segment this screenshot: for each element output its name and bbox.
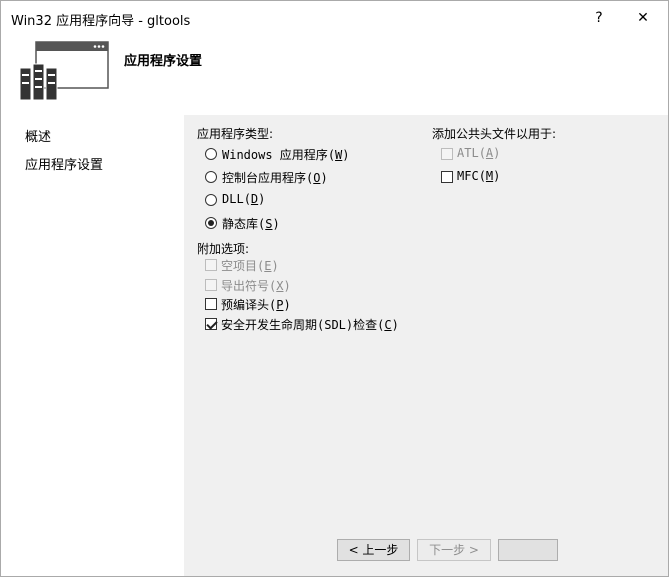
option-label: 预编译头 (221, 298, 270, 312)
window-title: Win32 应用程序向导 - gltools (11, 14, 191, 29)
checkbox[interactable] (205, 318, 217, 330)
shortcut-key: S (265, 217, 273, 231)
wizard-header: 应用程序设置 (1, 34, 668, 114)
next-button[interactable]: 下一步 > (417, 539, 491, 561)
finish-button[interactable] (498, 539, 558, 561)
option-label: 安全开发生命周期(SDL)检查 (221, 318, 378, 332)
sidebar: 概述 应用程序设置 (1, 115, 181, 576)
checkbox[interactable] (205, 298, 217, 310)
app-type-label: 应用程序类型: (197, 127, 274, 141)
close-icon[interactable]: ✕ (629, 6, 657, 30)
server-stack-icon (19, 63, 58, 101)
shortcut-key: D (250, 192, 259, 206)
shortcut-key: P (276, 298, 284, 312)
radio-button[interactable] (205, 171, 217, 183)
option-label: 控制台应用程序 (222, 171, 307, 185)
option-label: DLL (222, 192, 244, 206)
checkbox[interactable] (205, 279, 217, 291)
shortcut-key: A (485, 146, 494, 160)
shortcut-key: O (313, 171, 321, 185)
wizard-window: Win32 应用程序向导 - gltools ? ✕ 应用程序设置 概述 应用程… (0, 0, 669, 577)
checkbox[interactable] (441, 171, 453, 183)
window-graphic-icon (19, 41, 109, 101)
option-label: ATL (457, 146, 479, 160)
option-label: 静态库 (222, 217, 259, 231)
settings-panel: 应用程序类型: Windows 应用程序(W) 控制台应用程序(O) DLL(D… (184, 115, 668, 576)
shortcut-key: C (384, 318, 392, 332)
option-label: MFC (457, 169, 479, 183)
option-label: Windows 应用程序 (222, 148, 328, 162)
page-title: 应用程序设置 (124, 54, 203, 69)
checkbox[interactable] (205, 259, 217, 271)
sidebar-item-app-settings[interactable]: 应用程序设置 (25, 154, 103, 173)
radio-button[interactable] (205, 148, 217, 160)
checkbox[interactable] (441, 148, 453, 160)
shortcut-key: E (264, 259, 272, 273)
shortcut-key: W (335, 148, 343, 162)
option-label: 导出符号 (221, 279, 270, 293)
help-icon[interactable]: ? (585, 6, 613, 30)
shortcut-key: X (276, 279, 284, 293)
common-headers-label: 添加公共头文件以用于: (432, 127, 557, 141)
sidebar-item-overview[interactable]: 概述 (25, 126, 51, 145)
prev-button[interactable]: < 上一步 (337, 539, 410, 561)
radio-button[interactable] (205, 217, 217, 229)
radio-button[interactable] (205, 194, 217, 206)
option-label: 空项目 (221, 259, 258, 273)
shortcut-key: M (485, 169, 494, 183)
extra-options-label: 附加选项: (197, 242, 250, 256)
title-bar: Win32 应用程序向导 - gltools ? ✕ (1, 1, 668, 34)
